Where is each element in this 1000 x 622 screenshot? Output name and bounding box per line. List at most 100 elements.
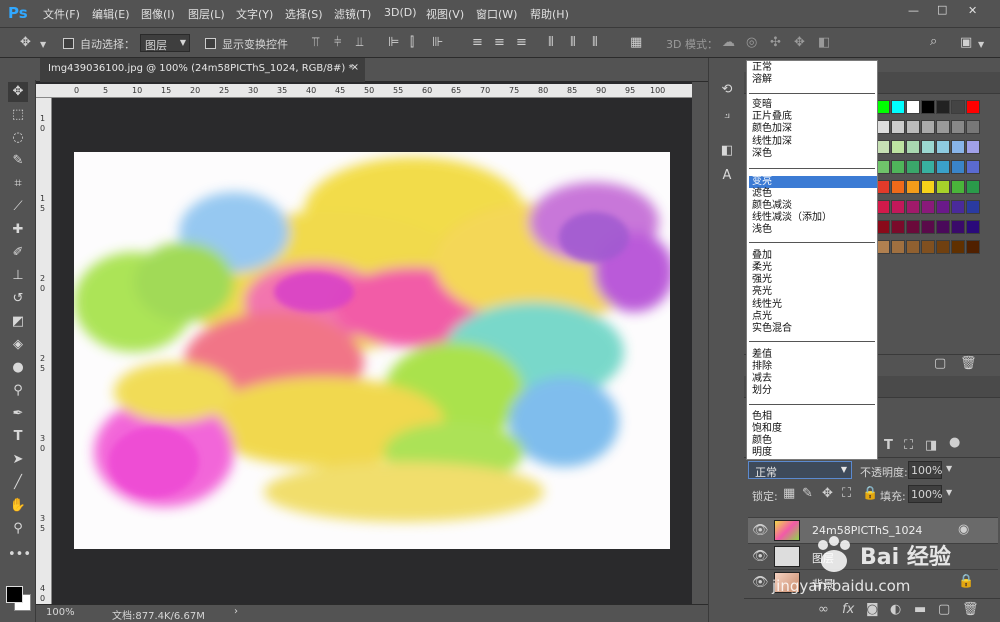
- adjustment-layer-icon[interactable]: ◐: [890, 603, 901, 617]
- color-swatch[interactable]: [966, 200, 980, 214]
- 3d-scale-icon[interactable]: ◧: [818, 36, 830, 50]
- menu-edit[interactable]: 编辑(E): [92, 6, 130, 22]
- history-panel-icon[interactable]: ⟲: [717, 80, 737, 100]
- menu-3d[interactable]: 3D(D): [384, 6, 417, 19]
- color-swatch[interactable]: [921, 240, 935, 254]
- link-layers-icon[interactable]: ∞: [818, 603, 829, 617]
- color-swatch[interactable]: [876, 220, 890, 234]
- color-swatch[interactable]: [951, 140, 965, 154]
- search-icon[interactable]: ⌕: [930, 35, 937, 49]
- distribute-vcenter-icon[interactable]: ≡: [494, 36, 505, 50]
- align-right-icon[interactable]: ⊪: [432, 36, 443, 50]
- menu-filter[interactable]: 滤镜(T): [334, 6, 371, 22]
- fx-icon[interactable]: fx: [842, 603, 854, 617]
- color-swatch[interactable]: [936, 180, 950, 194]
- blend-option[interactable]: 划分: [752, 385, 772, 397]
- color-swatch[interactable]: [906, 220, 920, 234]
- close-tab-icon[interactable]: ×: [351, 62, 359, 73]
- move-tool-icon[interactable]: ✥: [20, 36, 31, 50]
- 3d-roll-icon[interactable]: ◎: [746, 36, 757, 50]
- color-swatch[interactable]: [966, 100, 980, 114]
- color-swatch[interactable]: [951, 100, 965, 114]
- hand-tool-icon[interactable]: ✋: [8, 496, 28, 516]
- distribute-bottom-icon[interactable]: ≡: [516, 36, 527, 50]
- distribute-top-icon[interactable]: ≡: [472, 36, 483, 50]
- blend-option[interactable]: 减去: [752, 373, 772, 385]
- color-swatch[interactable]: [906, 100, 920, 114]
- color-swatch[interactable]: [936, 220, 950, 234]
- blend-mode-select[interactable]: 正常 ▼: [748, 461, 852, 479]
- blend-option[interactable]: 实色混合: [752, 323, 792, 335]
- healing-tool-icon[interactable]: ✚: [8, 220, 28, 240]
- color-swatch[interactable]: [891, 180, 905, 194]
- zoom-level[interactable]: 100%: [46, 607, 75, 618]
- color-swatch[interactable]: [921, 200, 935, 214]
- color-swatch[interactable]: [966, 180, 980, 194]
- lock-all-icon[interactable]: 🔒: [862, 487, 878, 501]
- new-group-icon[interactable]: ▬: [914, 603, 926, 617]
- color-swatch[interactable]: [936, 140, 950, 154]
- filter-smart-icon[interactable]: ◨: [925, 439, 937, 453]
- blend-option[interactable]: 明度: [752, 447, 772, 459]
- new-swatch-icon[interactable]: ▢: [934, 357, 946, 371]
- 3d-rotate-icon[interactable]: ☁: [722, 36, 735, 50]
- menu-select[interactable]: 选择(S): [285, 6, 323, 22]
- color-swatch[interactable]: [876, 200, 890, 214]
- show-transform-checkbox[interactable]: [205, 38, 216, 49]
- eye-icon[interactable]: 👁: [752, 524, 769, 538]
- color-swatch[interactable]: [951, 220, 965, 234]
- blend-option[interactable]: 线性光: [752, 299, 782, 311]
- color-swatch[interactable]: [936, 240, 950, 254]
- color-swatch[interactable]: [966, 140, 980, 154]
- color-swatch[interactable]: [936, 100, 950, 114]
- 3d-pan-icon[interactable]: ✣: [770, 36, 781, 50]
- ruler-horizontal[interactable]: 0 5 10 15 20 25 30 35 40 45 50 55 60 65 …: [36, 84, 692, 98]
- align-hcenter-icon[interactable]: ⫿: [410, 36, 414, 50]
- blend-option[interactable]: 颜色减淡: [752, 200, 792, 212]
- align-vcenter-icon[interactable]: ⫩: [334, 36, 341, 50]
- color-swatch[interactable]: [891, 100, 905, 114]
- menu-view[interactable]: 视图(V): [426, 6, 464, 22]
- character-panel-icon[interactable]: A: [717, 166, 737, 186]
- brush-tool-icon[interactable]: ✐: [8, 243, 28, 263]
- lasso-tool-icon[interactable]: ◌: [8, 128, 28, 148]
- document-image[interactable]: [74, 152, 670, 549]
- minimize-button[interactable]: —: [908, 4, 919, 17]
- color-swatch[interactable]: [921, 180, 935, 194]
- color-swatch[interactable]: [966, 160, 980, 174]
- 3d-slide-icon[interactable]: ✥: [794, 36, 805, 50]
- distribute-left-icon[interactable]: ⦀: [548, 36, 554, 50]
- restore-button[interactable]: □: [937, 3, 947, 16]
- properties-panel-icon[interactable]: ◧: [717, 141, 737, 161]
- menu-file[interactable]: 文件(F): [43, 6, 80, 22]
- color-swatch[interactable]: [921, 100, 935, 114]
- color-swatch[interactable]: [891, 200, 905, 214]
- blend-option[interactable]: 正常: [752, 62, 772, 74]
- color-swatch[interactable]: [876, 120, 890, 134]
- document-info[interactable]: 文档:877.4K/6.67M: [112, 607, 205, 622]
- color-swatch[interactable]: [891, 220, 905, 234]
- color-swatch[interactable]: [951, 120, 965, 134]
- color-swatch[interactable]: [906, 140, 920, 154]
- distribute-hcenter-icon[interactable]: ⦀: [570, 36, 576, 50]
- marquee-tool-icon[interactable]: ⬚: [8, 105, 28, 125]
- document-tab[interactable]: Img439036100.jpg @ 100% (24m58PICThS_102…: [40, 58, 365, 82]
- chevron-down-icon[interactable]: ▼: [978, 38, 984, 52]
- more-tools-icon[interactable]: •••: [8, 545, 31, 565]
- color-swatch[interactable]: [951, 200, 965, 214]
- type-tool-icon[interactable]: T: [8, 427, 28, 447]
- color-swatch[interactable]: [951, 180, 965, 194]
- ruler-vertical[interactable]: 1 0 1 5 2 0 2 5 3 0 3 5 4 0: [36, 98, 52, 604]
- color-swatch[interactable]: [876, 180, 890, 194]
- color-swatch[interactable]: [891, 120, 905, 134]
- color-swatch[interactable]: [936, 200, 950, 214]
- auto-align-icon[interactable]: ▦: [630, 36, 642, 50]
- menu-help[interactable]: 帮助(H): [530, 6, 569, 22]
- blend-option[interactable]: 滤色: [752, 188, 772, 200]
- chevron-down-icon[interactable]: ▼: [946, 464, 952, 473]
- move-tool-icon[interactable]: ✥: [8, 82, 28, 102]
- opacity-input[interactable]: 100%: [908, 461, 942, 479]
- blend-option[interactable]: 饱和度: [752, 423, 782, 435]
- menu-window[interactable]: 窗口(W): [476, 6, 517, 22]
- auto-select-checkbox[interactable]: [63, 38, 74, 49]
